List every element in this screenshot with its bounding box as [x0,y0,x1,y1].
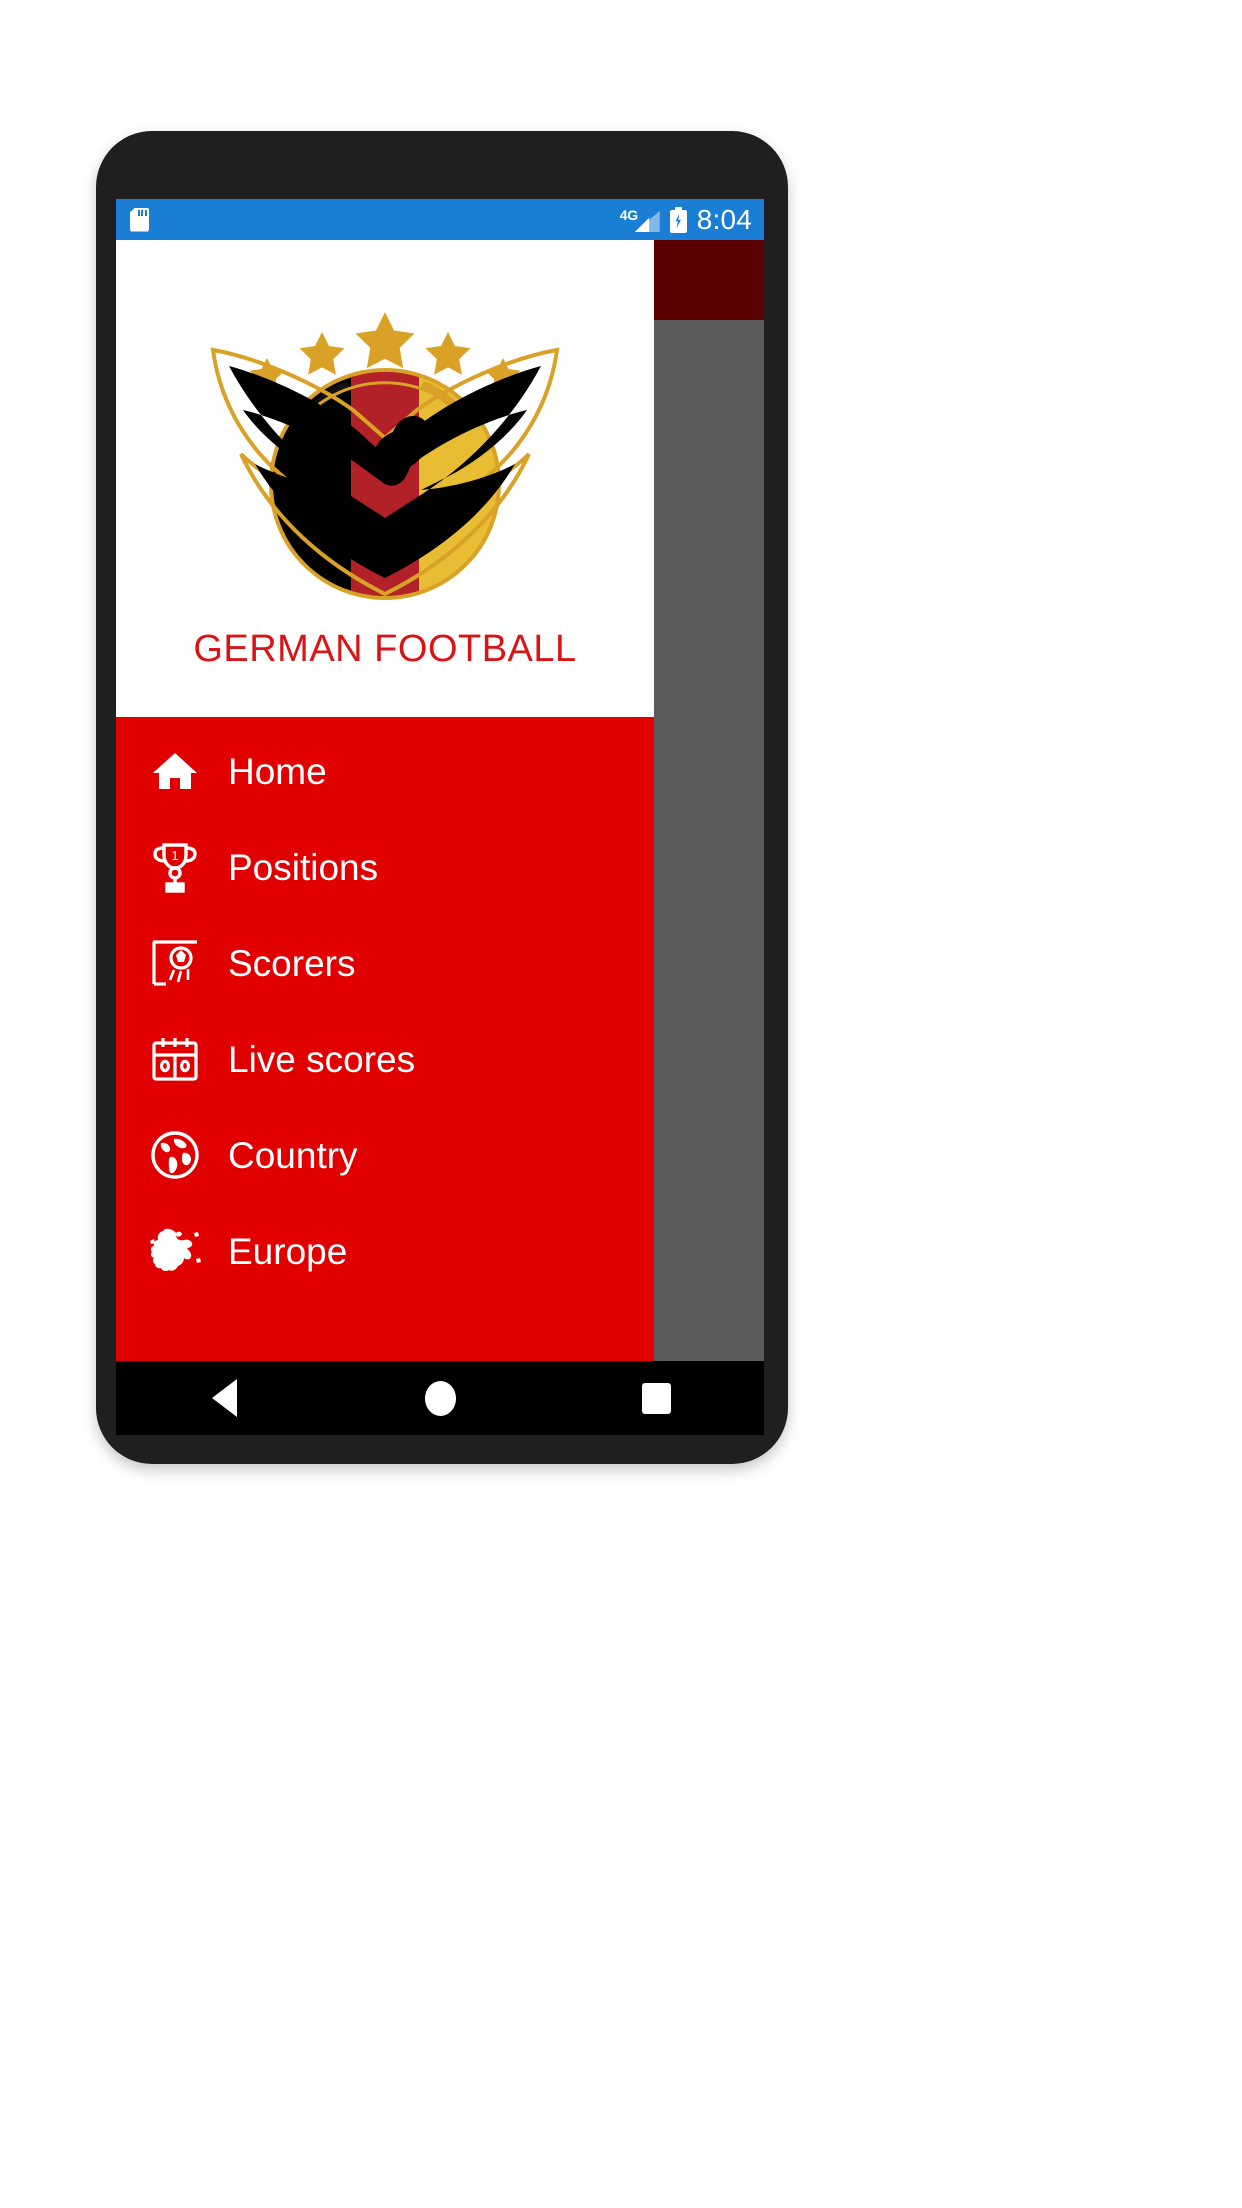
home-button[interactable] [380,1361,500,1435]
navigation-drawer: GERMAN FOOTBALL Home 1 Positions Scorers… [116,240,654,1361]
drawer-menu-list: Home 1 Positions Scorers Live scores Cou… [116,717,654,1361]
europe-map-icon [144,1220,206,1282]
android-navigation-bar [116,1361,764,1435]
home-icon [144,740,206,802]
status-bar: 4G 8:04 [116,199,764,240]
battery-charging-icon [669,206,687,233]
menu-item-europe[interactable]: Europe [116,1203,654,1299]
goal-net-icon [144,932,206,994]
svg-text:1: 1 [171,848,178,863]
menu-item-country-label: Country [228,1134,358,1176]
menu-item-live-scores-label: Live scores [228,1038,416,1080]
back-button[interactable] [164,1361,284,1435]
trophy-icon: 1 [144,836,206,898]
menu-item-live-scores[interactable]: Live scores [116,1011,654,1107]
signal-bars-icon: 4G [620,207,660,232]
calendar-icon [144,1028,206,1090]
recents-button[interactable] [596,1361,716,1435]
triangle-left-icon [211,1379,237,1417]
menu-item-scorers[interactable]: Scorers [116,915,654,1011]
status-bar-clock: 8:04 [696,203,752,235]
menu-item-country[interactable]: Country [116,1107,654,1203]
sd-card-icon [130,207,149,232]
menu-item-home-label: Home [228,750,327,792]
menu-item-europe-label: Europe [228,1230,348,1272]
square-icon [641,1382,671,1414]
german-football-crest-logo [199,288,571,618]
status-bar-right: 4G 8:04 [620,203,752,235]
app-brand-title: GERMAN FOOTBALL [193,628,577,670]
drawer-header: GERMAN FOOTBALL [116,240,654,717]
menu-item-home[interactable]: Home [116,723,654,819]
menu-item-positions[interactable]: 1 Positions [116,819,654,915]
globe-icon [144,1124,206,1186]
menu-item-scorers-label: Scorers [228,942,356,984]
phone-screen: 4G 8:04 GERMAN FOOTBALL Home 1 Positions… [116,199,764,1361]
status-bar-left [130,207,149,232]
menu-item-positions-label: Positions [228,846,379,888]
circle-icon [424,1380,456,1416]
